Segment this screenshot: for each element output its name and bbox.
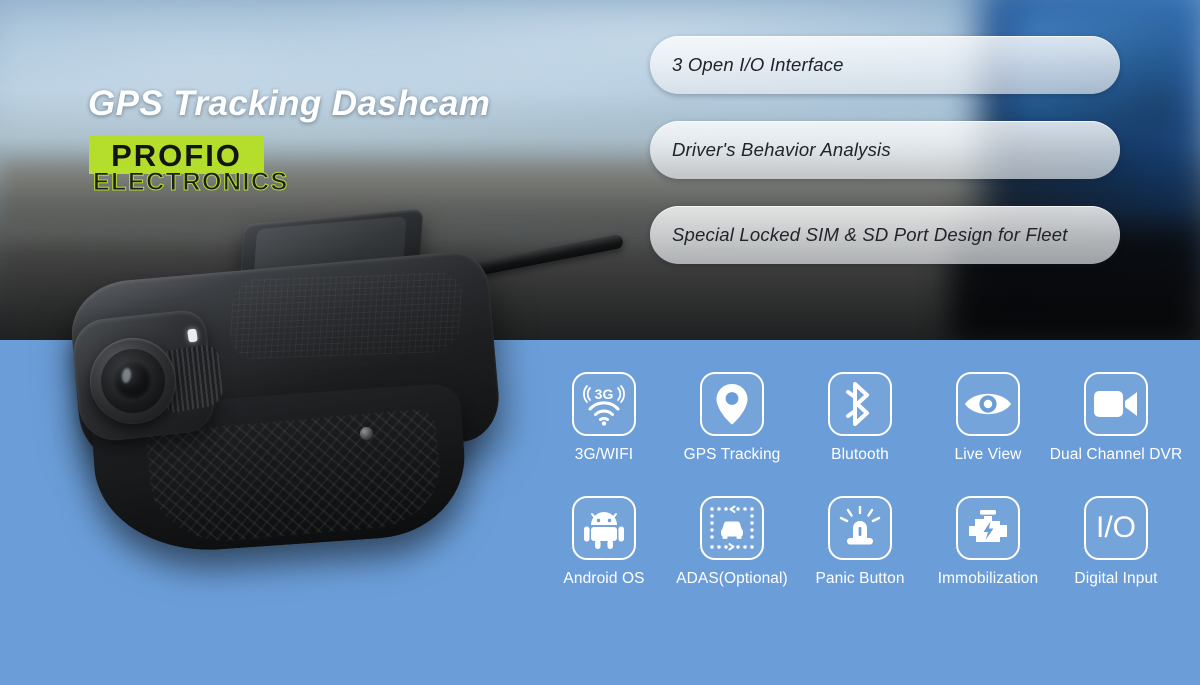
brand-subtitle: ELECTRONICS (93, 168, 289, 196)
feature-live-view-label: Live View (954, 446, 1022, 463)
feature-bluetooth: Blutooth (796, 372, 924, 464)
map-pin-icon (700, 372, 764, 436)
feature-android-os-label: Android OS (563, 570, 645, 587)
feature-pill-1: 3 Open I/O Interface (650, 36, 1120, 94)
page-title: GPS Tracking Dashcam (88, 84, 491, 123)
feature-pill-2-label: Driver's Behavior Analysis (672, 139, 891, 160)
feature-android-os: Android OS (540, 496, 668, 588)
svg-text:3G: 3G (595, 386, 614, 402)
eye-icon (956, 372, 1020, 436)
3g-wifi-icon: 3G (572, 372, 636, 436)
adas-car-icon (700, 496, 764, 560)
feature-pill-2: Driver's Behavior Analysis (650, 121, 1120, 179)
feature-digital-input: I/O Digital Input (1052, 496, 1180, 588)
feature-3g-wifi: 3G 3G/WIFI (540, 372, 668, 464)
feature-pill-1-label: 3 Open I/O Interface (672, 54, 844, 75)
dashcam-lens-glass (113, 361, 153, 401)
feature-gps-tracking: GPS Tracking (668, 372, 796, 464)
feature-pill-3-label: Special Locked SIM & SD Port Design for … (672, 224, 1068, 245)
feature-panic-button-label: Panic Button (815, 570, 905, 587)
feature-adas: ADAS(Optional) (668, 496, 796, 588)
feature-immobilization: Immobilization (924, 496, 1052, 588)
feature-adas-label: ADAS(Optional) (676, 570, 788, 587)
feature-panic-button: Panic Button (796, 496, 924, 588)
feature-pill-3: Special Locked SIM & SD Port Design for … (650, 206, 1120, 264)
icon-row-2: Android OS ADAS(Optional) Panic Button I… (540, 496, 1180, 588)
engine-bolt-icon (956, 496, 1020, 560)
dashcam-led-indicator (187, 328, 198, 343)
feature-bluetooth-label: Blutooth (831, 446, 889, 463)
feature-live-view: Live View (924, 372, 1052, 464)
io-glyph: I/O (1095, 511, 1136, 544)
feature-icon-grid: 3G 3G/WIFI GPS Tracking Blutooth Live Vi… (540, 372, 1183, 588)
feature-digital-input-label: Digital Input (1074, 570, 1158, 587)
video-camera-icon (1084, 372, 1148, 436)
product-banner: GPS Tracking Dashcam PROFIO ELECTRONICS … (0, 0, 1200, 685)
feature-immobilization-label: Immobilization (937, 570, 1039, 587)
android-icon (572, 496, 636, 560)
bluetooth-icon (828, 372, 892, 436)
dashcam-product-image (40, 205, 625, 558)
feature-dual-channel-dvr-label: Dual Channel DVR (1049, 446, 1183, 463)
feature-gps-tracking-label: GPS Tracking (683, 446, 781, 463)
icon-row-1: 3G 3G/WIFI GPS Tracking Blutooth Live Vi… (540, 372, 1183, 464)
brand-logo: PROFIO ELECTRONICS (89, 136, 288, 195)
feature-dual-channel-dvr: Dual Channel DVR (1049, 372, 1183, 464)
siren-icon (828, 496, 892, 560)
feature-3g-wifi-label: 3G/WIFI (574, 446, 634, 463)
io-text-icon: I/O (1084, 496, 1148, 560)
